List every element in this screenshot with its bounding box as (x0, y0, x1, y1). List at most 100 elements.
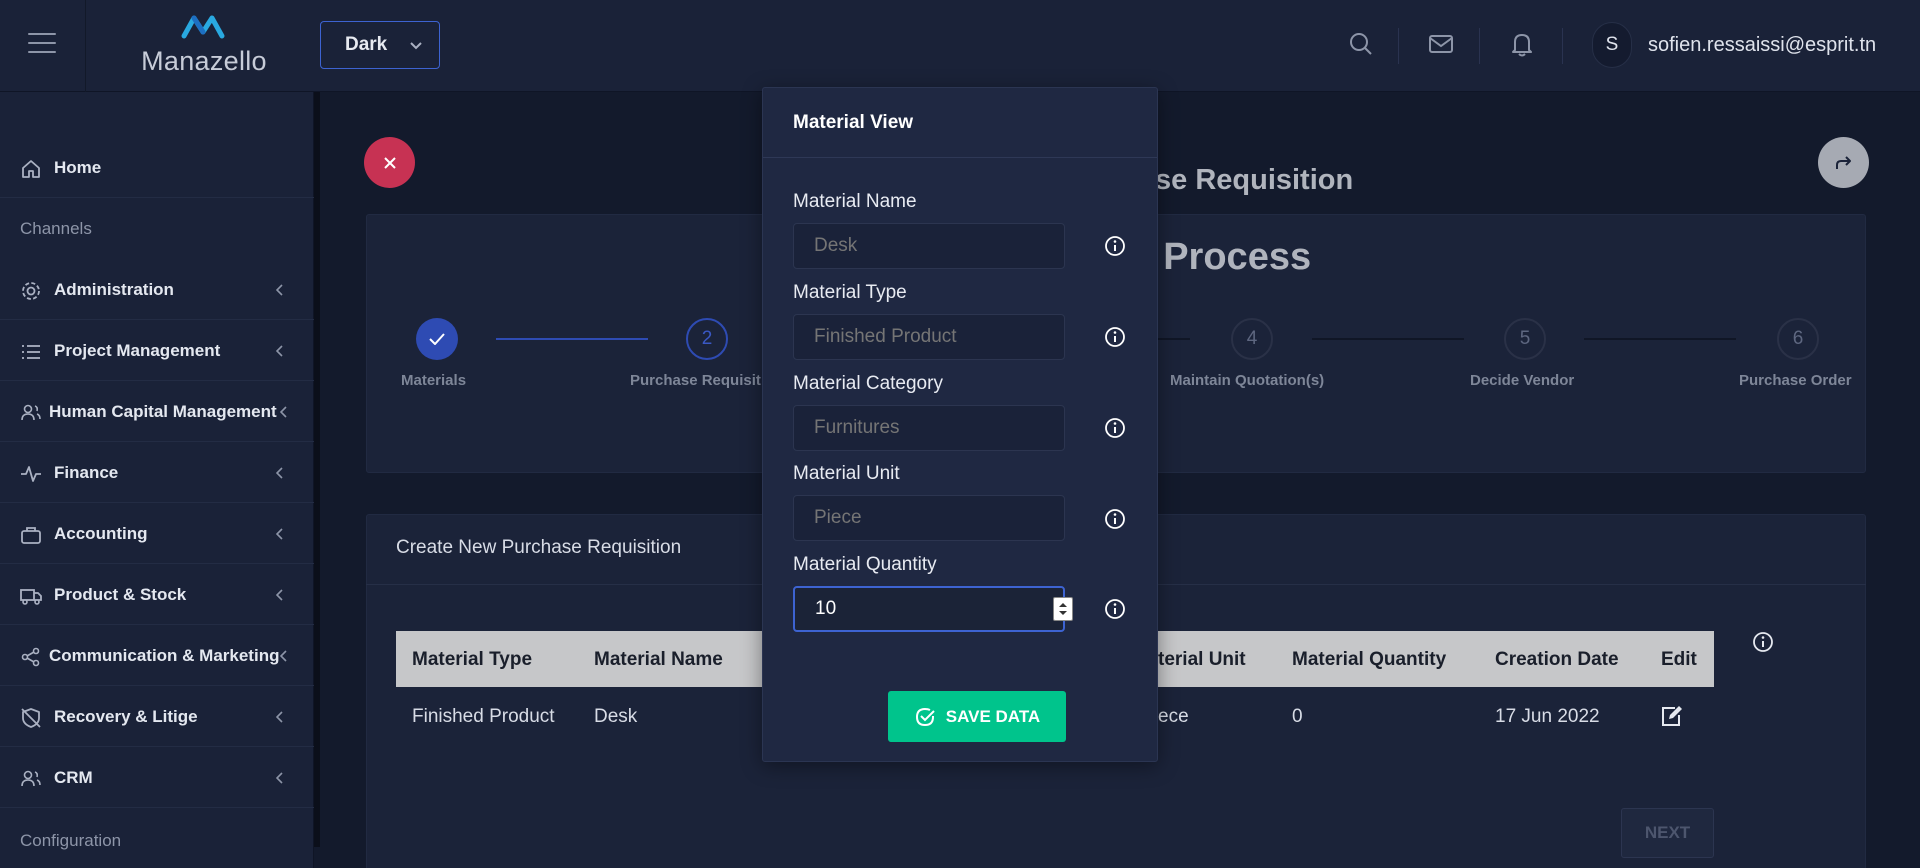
modal-title: Material View (793, 112, 914, 133)
sidebar-item-label: Home (54, 157, 102, 177)
chevron-left-icon (276, 589, 283, 601)
material-type-input[interactable] (793, 314, 1065, 360)
save-data-label: SAVE DATA (945, 706, 1041, 726)
info-icon[interactable] (1752, 631, 1774, 653)
next-button[interactable]: NEXT (1621, 808, 1714, 858)
avatar[interactable]: S (1592, 22, 1632, 68)
sidebar-scrollbar[interactable] (314, 92, 320, 847)
share-button[interactable] (1818, 137, 1869, 188)
bell-icon[interactable] (1508, 30, 1536, 58)
quantity-stepper[interactable] (1053, 597, 1073, 621)
column-header[interactable]: Material Type (412, 649, 532, 671)
step-2[interactable]: 2 (686, 318, 728, 360)
material-unit-input[interactable] (793, 495, 1065, 541)
step-connector (496, 338, 648, 340)
sidebar-item-human-capital-management[interactable]: Human Capital Management (0, 382, 314, 442)
sidebar-item-label: Product & Stock (54, 584, 187, 604)
truck-icon (20, 589, 42, 605)
close-button[interactable] (364, 137, 415, 188)
column-header[interactable]: Creation Date (1495, 649, 1619, 671)
sidebar-item-accounting[interactable]: Accounting (0, 504, 314, 564)
step-5[interactable]: 5 (1504, 318, 1546, 360)
page-title: se Requisition (1155, 164, 1354, 196)
share-icon (21, 647, 40, 667)
material-quantity-field (793, 586, 1073, 632)
step-label: Materials (401, 372, 467, 389)
sidebar-item-label: Communication & Marketing (49, 645, 280, 665)
sidebar-heading-channels: Channels (20, 219, 92, 238)
step-label: Decide Vendor (1470, 372, 1575, 389)
sidebar-item-home[interactable]: Home (0, 138, 314, 198)
forward-icon (1835, 155, 1851, 169)
table-cell: ece (1158, 706, 1189, 727)
save-data-button[interactable]: SAVE DATA (888, 691, 1066, 742)
sidebar-item-project-management[interactable]: Project Management (0, 321, 314, 381)
step-1[interactable] (416, 318, 458, 360)
info-icon[interactable] (1104, 417, 1126, 439)
step-connector (1312, 338, 1464, 340)
sidebar-item-label: Administration (54, 279, 174, 299)
material-name-input[interactable] (793, 223, 1065, 269)
users-icon (21, 770, 41, 787)
column-header[interactable]: Material Quantity (1292, 649, 1446, 671)
theme-select-value: Dark (345, 34, 388, 55)
mail-icon[interactable] (1427, 30, 1455, 58)
info-icon[interactable] (1104, 326, 1126, 348)
chevron-left-icon (276, 345, 283, 357)
material-view-modal: Material View Material Name Material Typ… (762, 87, 1158, 762)
material-type-label: Material Type (793, 282, 907, 303)
divider (1479, 28, 1480, 64)
material-category-input[interactable] (793, 405, 1065, 451)
step-label: Purchase Requisit (630, 372, 761, 389)
sidebar-item-label: CRM (54, 767, 93, 787)
step-connector (1584, 338, 1736, 340)
sidebar-item-administration[interactable]: Administration (0, 260, 314, 320)
material-quantity-label: Material Quantity (793, 554, 937, 575)
sidebar-item-label: Human Capital Management (49, 401, 277, 421)
info-icon[interactable] (1104, 598, 1126, 620)
material-quantity-input[interactable] (793, 586, 1065, 632)
sidebar-item-label: Accounting (54, 523, 148, 543)
divider (763, 157, 1157, 158)
card-title: Create New Purchase Requisition (396, 537, 682, 558)
step-connector (1158, 338, 1190, 340)
sidebar-item-recovery-litige[interactable]: Recovery & Litige (0, 687, 314, 747)
logo-icon (181, 15, 225, 39)
gear-icon (22, 282, 40, 300)
brand-logo[interactable]: Manazello (138, 12, 270, 76)
step-4[interactable]: 4 (1231, 318, 1273, 360)
sidebar: Home Channels Administration Project Man… (0, 92, 314, 868)
list-icon (22, 345, 40, 359)
material-category-label: Material Category (793, 373, 943, 394)
divider (1398, 28, 1399, 64)
table-cell: Desk (594, 706, 638, 727)
info-icon[interactable] (1104, 508, 1126, 530)
divider (1562, 28, 1563, 64)
table-cell: 17 Jun 2022 (1495, 706, 1600, 727)
column-header[interactable]: terial Unit (1158, 649, 1246, 671)
chevron-left-icon (276, 772, 283, 784)
edit-icon[interactable] (1660, 705, 1684, 727)
sidebar-item-communication-marketing[interactable]: Communication & Marketing (0, 626, 314, 686)
sidebar-item-crm[interactable]: CRM (0, 748, 314, 808)
step-6[interactable]: 6 (1777, 318, 1819, 360)
chevron-left-icon (276, 711, 283, 723)
search-icon[interactable] (1347, 30, 1375, 58)
chevron-left-icon (276, 467, 283, 479)
menu-icon[interactable] (28, 33, 56, 55)
step-label: Purchase Order (1739, 372, 1852, 389)
home-icon (22, 160, 40, 178)
column-header[interactable]: Material Name (594, 649, 723, 671)
theme-select[interactable]: Dark (320, 21, 440, 69)
sidebar-item-finance[interactable]: Finance (0, 443, 314, 503)
chevron-left-icon (280, 650, 287, 662)
divider (85, 0, 86, 92)
table-cell: Finished Product (412, 706, 555, 727)
check-circle-icon (915, 707, 935, 726)
info-icon[interactable] (1104, 235, 1126, 257)
sidebar-item-product-stock[interactable]: Product & Stock (0, 565, 314, 625)
sidebar-heading-configuration: Configuration (20, 831, 122, 850)
material-name-label: Material Name (793, 191, 917, 212)
sidebar-item-label: Project Management (54, 340, 221, 360)
user-email[interactable]: sofien.ressaissi@esprit.tn (1648, 34, 1876, 57)
